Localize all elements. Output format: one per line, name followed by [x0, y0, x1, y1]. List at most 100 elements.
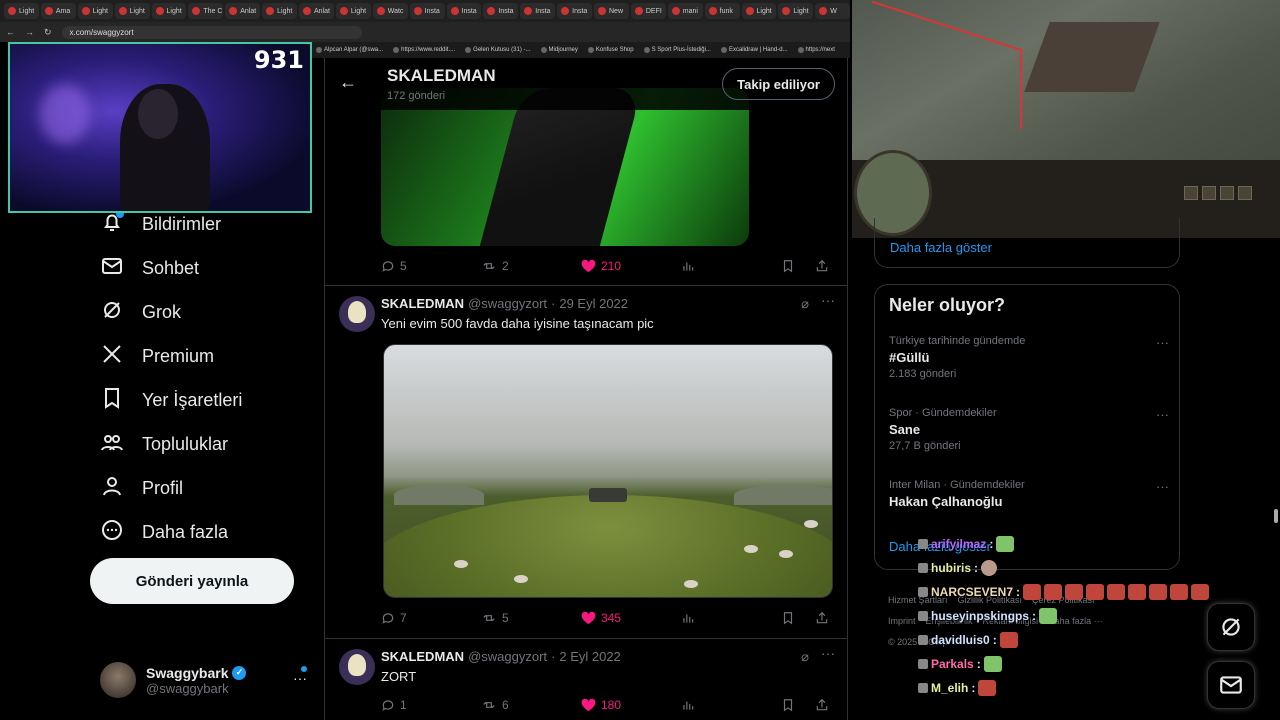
- chat-username[interactable]: arifyilmaz: [931, 537, 986, 551]
- bookmark-item[interactable]: Alpcan Alpar (@swa...: [316, 47, 383, 53]
- author-name[interactable]: SKALEDMAN: [381, 649, 464, 664]
- repost-button[interactable]: 6: [481, 698, 581, 712]
- show-more-link[interactable]: Daha fazla göster: [890, 240, 992, 255]
- like-button[interactable]: 345: [581, 611, 681, 625]
- browser-tab[interactable]: mani: [667, 3, 703, 19]
- url-field[interactable]: x.com/swaggyzort: [61, 25, 362, 39]
- nav-item-premium[interactable]: Premium: [100, 342, 214, 371]
- browser-tab[interactable]: Insta: [520, 3, 556, 19]
- browser-tab[interactable]: Light: [741, 3, 777, 19]
- browser-tab[interactable]: Ama: [40, 3, 76, 19]
- profile-timeline[interactable]: ← SKALEDMAN 172 gönderi Takip ediliyor 5…: [324, 58, 848, 720]
- grok-icon[interactable]: ⌀: [801, 296, 809, 312]
- bookmark-item[interactable]: Midjourney: [541, 47, 578, 53]
- bookmark-item[interactable]: https://www.reddit....: [393, 47, 455, 53]
- browser-tab[interactable]: Watc: [372, 3, 408, 19]
- more-options-icon[interactable]: ···: [1156, 335, 1169, 350]
- trend-item[interactable]: Inter Milan · Gündemdekiler Hakan Çalhano…: [889, 479, 1169, 509]
- browser-tab[interactable]: Anlat: [299, 3, 334, 19]
- reply-button[interactable]: 5: [381, 259, 481, 273]
- views-button[interactable]: [681, 259, 781, 273]
- account-switcher[interactable]: Swaggybark ✓ @swaggybark ···: [100, 660, 315, 700]
- chat-username[interactable]: huseyinpskingps: [931, 609, 1029, 623]
- avatar[interactable]: [100, 662, 136, 698]
- back-arrow-icon[interactable]: ←: [339, 72, 357, 93]
- bookmark-button[interactable]: [781, 259, 795, 273]
- share-button[interactable]: [815, 698, 829, 712]
- chat-username[interactable]: NARCSEVEN7: [931, 585, 1013, 599]
- post-date[interactable]: 29 Eyl 2022: [559, 296, 628, 311]
- nav-item-profil[interactable]: Profil: [100, 474, 183, 503]
- more-options-icon[interactable]: ···: [1156, 479, 1169, 494]
- bookmark-item[interactable]: Konfuse Shop: [588, 47, 634, 53]
- reply-button[interactable]: 1: [381, 698, 481, 712]
- browser-tab[interactable]: Light: [77, 3, 113, 19]
- grok-button[interactable]: [1207, 603, 1255, 651]
- browser-tab[interactable]: DEFI: [630, 3, 666, 19]
- bookmark-item[interactable]: https://next: [798, 47, 835, 53]
- browser-tab[interactable]: W: [815, 3, 850, 19]
- nav-item-sohbet[interactable]: Sohbet: [100, 254, 199, 283]
- repost-button[interactable]: 5: [481, 611, 581, 625]
- browser-tab[interactable]: Light: [114, 3, 150, 19]
- footer-link[interactable]: Imprint: [888, 611, 916, 632]
- scrollbar-thumb[interactable]: [1274, 509, 1278, 523]
- browser-tab[interactable]: Light: [4, 3, 39, 19]
- browser-tab[interactable]: Anlat: [225, 3, 261, 19]
- nav-item-yer-i-şaretleri[interactable]: Yer İşaretleri: [100, 386, 242, 415]
- author-handle[interactable]: @swaggyzort: [468, 649, 547, 664]
- browser-tab[interactable]: New: [594, 3, 629, 19]
- author-handle[interactable]: @swaggyzort: [468, 296, 547, 311]
- browser-tab[interactable]: Insta: [483, 3, 519, 19]
- post-image[interactable]: [383, 344, 833, 598]
- trend-item[interactable]: Spor · Gündemdekiler Sane 27,7 B gönderi ··…: [889, 407, 1169, 452]
- more-options-icon[interactable]: ···: [821, 645, 835, 661]
- nav-item-grok[interactable]: Grok: [100, 298, 181, 327]
- bookmark-item[interactable]: S Sport Plus-İstediği...: [644, 47, 711, 53]
- chat-username[interactable]: M_elih: [931, 681, 968, 695]
- bookmark-button[interactable]: [781, 698, 795, 712]
- reload-icon[interactable]: ↻: [44, 27, 52, 38]
- post-date[interactable]: 2 Eyl 2022: [559, 649, 620, 664]
- post-video[interactable]: [381, 88, 749, 246]
- more-options-icon[interactable]: ···: [821, 292, 835, 308]
- back-arrow-icon[interactable]: ←: [6, 27, 15, 37]
- browser-tab[interactable]: Insta: [409, 3, 445, 19]
- nav-item-daha-fazla[interactable]: Daha fazla: [100, 518, 228, 547]
- chat-username[interactable]: hubiris: [931, 561, 971, 575]
- browser-tab[interactable]: funk: [704, 3, 740, 19]
- author-avatar[interactable]: [339, 649, 375, 685]
- more-options-icon[interactable]: ···: [1156, 407, 1169, 422]
- views-button[interactable]: [681, 698, 781, 712]
- repost-button[interactable]: 2: [481, 259, 581, 273]
- share-button[interactable]: [815, 259, 829, 273]
- nav-item-bildirimler[interactable]: Bildirimler: [100, 210, 221, 239]
- more-options-icon[interactable]: ···: [293, 670, 307, 686]
- browser-tab[interactable]: Light: [335, 3, 371, 19]
- post-button[interactable]: Gönderi yayınla: [90, 558, 294, 604]
- browser-tab[interactable]: Light: [778, 3, 814, 19]
- nav-item-topluluklar[interactable]: Topluluklar: [100, 430, 228, 459]
- chat-username[interactable]: Parkals: [931, 657, 974, 671]
- browser-tab[interactable]: The C: [188, 3, 224, 19]
- browser-tab[interactable]: Light: [262, 3, 297, 19]
- trend-item[interactable]: Türkiye tarihinde gündemde #Güllü 2.183 gö…: [889, 335, 1169, 380]
- messages-button[interactable]: [1207, 661, 1255, 709]
- bookmark-item[interactable]: Excalidraw | Hand-d...: [721, 47, 788, 53]
- grok-icon[interactable]: ⌀: [801, 649, 809, 665]
- like-button[interactable]: 210: [581, 259, 681, 273]
- post[interactable]: SKALEDMAN @swaggyzort · 29 Eyl 2022 ⌀ ··…: [325, 286, 847, 638]
- forward-arrow-icon[interactable]: →: [25, 27, 34, 37]
- share-button[interactable]: [815, 611, 829, 625]
- browser-tab[interactable]: Insta: [446, 3, 482, 19]
- views-button[interactable]: [681, 611, 781, 625]
- bookmark-button[interactable]: [781, 611, 795, 625]
- author-name[interactable]: SKALEDMAN: [381, 296, 464, 311]
- bookmark-item[interactable]: Gelen Kutusu (31) -...: [465, 47, 530, 53]
- browser-tab[interactable]: Insta: [557, 3, 592, 19]
- chat-username[interactable]: davidluis0: [931, 633, 990, 647]
- browser-tab[interactable]: Light: [151, 3, 187, 19]
- reply-button[interactable]: 7: [381, 611, 481, 625]
- author-avatar[interactable]: [339, 296, 375, 332]
- like-button[interactable]: 180: [581, 698, 681, 712]
